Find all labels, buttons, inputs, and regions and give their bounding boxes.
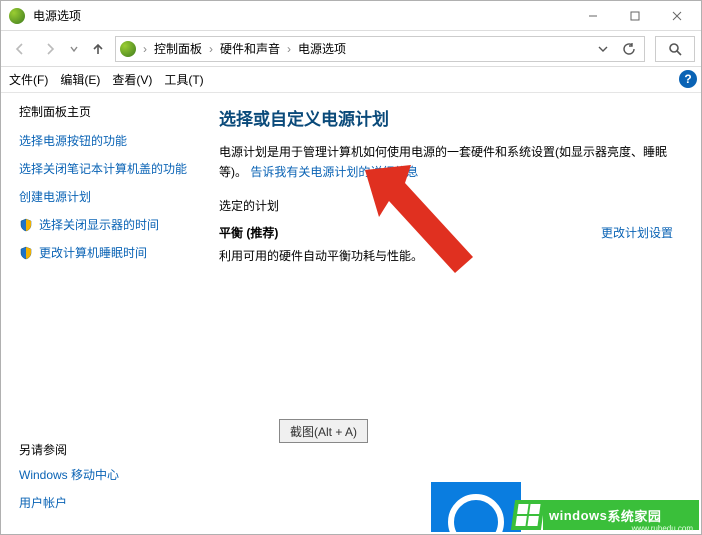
watermark: windows系统家园 www.ruhedu.com	[513, 498, 699, 532]
page-description: 电源计划是用于管理计算机如何使用电源的一套硬件和系统设置(如显示器亮度、睡眠等)…	[219, 142, 673, 183]
sidebar-link-close-lid[interactable]: 选择关闭笔记本计算机盖的功能	[19, 160, 189, 178]
menu-tools[interactable]: 工具(T)	[160, 69, 207, 90]
refresh-button[interactable]	[618, 38, 640, 60]
plan-name: 平衡 (推荐)	[219, 224, 278, 241]
crumb-sep: ›	[284, 42, 294, 56]
menubar: 文件(F) 编辑(E) 查看(V) 工具(T) ?	[1, 67, 701, 93]
app-icon	[9, 8, 25, 24]
main-content: 选择或自定义电源计划 电源计划是用于管理计算机如何使用电源的一套硬件和系统设置(…	[201, 93, 701, 534]
sidebar-link-display-off[interactable]: 选择关闭显示器的时间	[19, 216, 189, 234]
desc-more-link[interactable]: 告诉我有关电源计划的详细信息	[250, 165, 418, 179]
shield-icon	[19, 246, 33, 260]
plan-row: 平衡 (推荐) 更改计划设置	[219, 224, 673, 241]
crumb-sep: ›	[140, 42, 150, 56]
crumb-control-panel[interactable]: 控制面板	[154, 40, 202, 57]
screenshot-label: 截图(Alt + A)	[290, 423, 357, 440]
history-dropdown[interactable]	[67, 44, 81, 54]
sidebar-link-label: 选择关闭显示器的时间	[39, 216, 159, 234]
crumb-power-options[interactable]: 电源选项	[298, 40, 346, 57]
sidebar-link-sleep-time[interactable]: 更改计算机睡眠时间	[19, 244, 189, 262]
see-also: 另请参阅 Windows 移动中心 用户帐户	[19, 441, 189, 522]
menu-edit[interactable]: 编辑(E)	[56, 69, 104, 90]
sidebar-link-power-buttons[interactable]: 选择电源按钮的功能	[19, 132, 189, 150]
watermark-url: www.ruhedu.com	[632, 524, 693, 533]
search-box[interactable]	[655, 36, 695, 62]
screenshot-button[interactable]: 截图(Alt + A)	[279, 419, 368, 443]
crumb-sep: ›	[206, 42, 216, 56]
forward-button[interactable]	[37, 36, 63, 62]
minimize-button[interactable]	[573, 4, 613, 28]
see-also-user-accounts[interactable]: 用户帐户	[19, 494, 189, 512]
sidebar: 控制面板主页 选择电源按钮的功能 选择关闭笔记本计算机盖的功能 创建电源计划 选…	[1, 93, 201, 534]
address-icon	[120, 41, 136, 57]
navbar: › 控制面板 › 硬件和声音 › 电源选项	[1, 31, 701, 67]
cortana-icon	[431, 472, 521, 532]
address-dropdown[interactable]	[592, 38, 614, 60]
selected-plan-label: 选定的计划	[219, 197, 673, 214]
sidebar-link-label: 更改计算机睡眠时间	[39, 244, 147, 262]
see-also-heading: 另请参阅	[19, 441, 189, 458]
back-button[interactable]	[7, 36, 33, 62]
windows-flag-icon	[511, 500, 545, 530]
sidebar-home[interactable]: 控制面板主页	[19, 103, 189, 120]
change-plan-settings-link[interactable]: 更改计划设置	[601, 224, 673, 241]
maximize-button[interactable]	[615, 4, 655, 28]
menu-view[interactable]: 查看(V)	[108, 69, 156, 90]
up-button[interactable]	[85, 36, 111, 62]
page-heading: 选择或自定义电源计划	[219, 105, 673, 130]
plan-description: 利用可用的硬件自动平衡功耗与性能。	[219, 247, 673, 266]
help-icon[interactable]: ?	[679, 70, 697, 88]
menu-file[interactable]: 文件(F)	[5, 69, 52, 90]
address-bar[interactable]: › 控制面板 › 硬件和声音 › 电源选项	[115, 36, 645, 62]
shield-icon	[19, 218, 33, 232]
body: 控制面板主页 选择电源按钮的功能 选择关闭笔记本计算机盖的功能 创建电源计划 选…	[1, 93, 701, 534]
close-button[interactable]	[657, 4, 697, 28]
sidebar-link-create-plan[interactable]: 创建电源计划	[19, 188, 189, 206]
titlebar: 电源选项	[1, 1, 701, 31]
window-title: 电源选项	[33, 7, 573, 24]
see-also-mobility-center[interactable]: Windows 移动中心	[19, 466, 189, 484]
crumb-hardware-sound[interactable]: 硬件和声音	[220, 40, 280, 57]
